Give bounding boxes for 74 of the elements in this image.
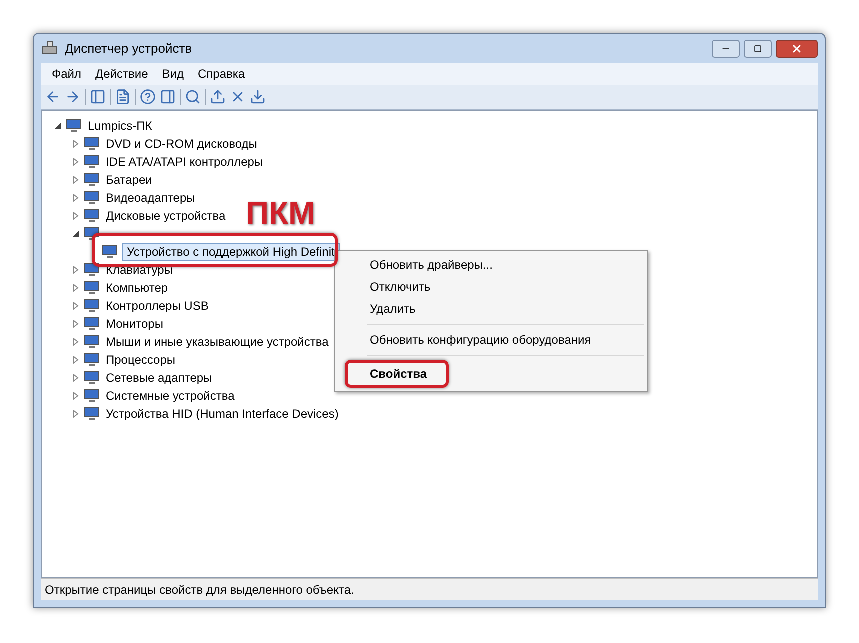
document-icon[interactable] <box>115 89 131 105</box>
expand-arrow-icon[interactable] <box>72 320 80 328</box>
tree-item[interactable]: Клавиатуры <box>104 261 175 279</box>
device-icon <box>84 335 100 349</box>
menu-item[interactable]: Файл <box>45 65 89 83</box>
menu-item[interactable]: Обновить конфигурацию оборудования <box>337 329 644 351</box>
expand-arrow-icon[interactable] <box>72 356 80 364</box>
panel-icon[interactable] <box>160 89 176 105</box>
expand-arrow-icon[interactable] <box>72 374 80 382</box>
expand-arrow-icon[interactable] <box>72 158 80 166</box>
close-icon <box>791 43 803 55</box>
menu-item[interactable]: Свойства <box>348 363 446 385</box>
menu-item[interactable]: Обновить драйверы... <box>337 254 644 276</box>
expand-arrow-icon[interactable] <box>72 392 80 400</box>
expand-arrow-icon[interactable] <box>72 212 80 220</box>
annotation-label: ПКМ <box>246 194 316 232</box>
tree-item[interactable]: Мониторы <box>104 315 166 333</box>
device-icon <box>84 407 100 421</box>
status-text: Открытие страницы свойств для выделенного объекта. <box>45 582 354 598</box>
device-icon <box>102 245 118 259</box>
tree-item[interactable]: Сетевые адаптеры <box>104 369 214 387</box>
device-icon <box>84 209 100 223</box>
tree-item[interactable]: Контроллеры USB <box>104 297 211 315</box>
device-icon <box>84 155 100 169</box>
device-icon <box>84 227 100 241</box>
upload-icon[interactable] <box>210 89 226 105</box>
collapse-arrow-icon[interactable] <box>54 122 62 130</box>
tree-item[interactable]: Видеоадаптеры <box>104 189 198 207</box>
window-title: Диспетчер устройств <box>65 40 192 58</box>
collapse-arrow-icon[interactable] <box>72 230 80 238</box>
device-icon <box>84 281 100 295</box>
forward-arrow-icon[interactable] <box>65 89 81 105</box>
tree-item[interactable]: DVD и CD-ROM дисководы <box>104 135 260 153</box>
help-icon[interactable] <box>140 89 156 105</box>
device-icon <box>84 353 100 367</box>
tree-item[interactable]: Процессоры <box>104 351 178 369</box>
device-icon <box>66 119 82 133</box>
device-icon <box>84 173 100 187</box>
device-icon <box>84 371 100 385</box>
menu-item[interactable]: Справка <box>191 65 252 83</box>
expand-arrow-icon[interactable] <box>72 176 80 184</box>
menu-item[interactable]: Удалить <box>337 298 644 320</box>
expand-arrow-icon[interactable] <box>72 338 80 346</box>
close-button[interactable] <box>776 40 818 58</box>
tree-item[interactable]: Lumpics-ПК <box>86 117 154 135</box>
panel-icon[interactable] <box>90 89 106 105</box>
expand-arrow-icon[interactable] <box>72 194 80 202</box>
search-icon[interactable] <box>185 89 201 105</box>
device-icon <box>84 389 100 403</box>
device-icon <box>84 191 100 205</box>
tree-item[interactable]: Устройство с поддержкой High Definit <box>122 243 340 261</box>
maximize-icon <box>754 45 762 53</box>
device-icon <box>84 299 100 313</box>
maximize-button[interactable] <box>744 40 772 58</box>
device-icon <box>84 263 100 277</box>
expand-arrow-icon[interactable] <box>72 140 80 148</box>
device-icon <box>84 317 100 331</box>
expand-arrow-icon[interactable] <box>72 284 80 292</box>
menu-item[interactable]: Отключить <box>337 276 644 298</box>
menu-item[interactable]: Действие <box>88 65 156 83</box>
tree-item[interactable]: IDE ATA/ATAPI контроллеры <box>104 153 266 171</box>
tree-item[interactable]: Устройства HID (Human Interface Devices) <box>104 405 341 423</box>
tree-item[interactable]: Компьютер <box>104 279 170 297</box>
tree-item[interactable]: Мыши и иные указывающие устройства <box>104 333 331 351</box>
tree-item[interactable]: Системные устройства <box>104 387 237 405</box>
expand-arrow-icon[interactable] <box>72 266 80 274</box>
expand-arrow-icon[interactable] <box>72 302 80 310</box>
device-icon <box>84 137 100 151</box>
computer-icon <box>41 40 59 56</box>
expand-arrow-icon[interactable] <box>72 410 80 418</box>
tree-item[interactable]: Батареи <box>104 171 154 189</box>
menu-item[interactable]: Вид <box>155 65 191 83</box>
download-icon[interactable] <box>250 89 266 105</box>
tree-item[interactable]: Дисковые устройства <box>104 207 228 225</box>
